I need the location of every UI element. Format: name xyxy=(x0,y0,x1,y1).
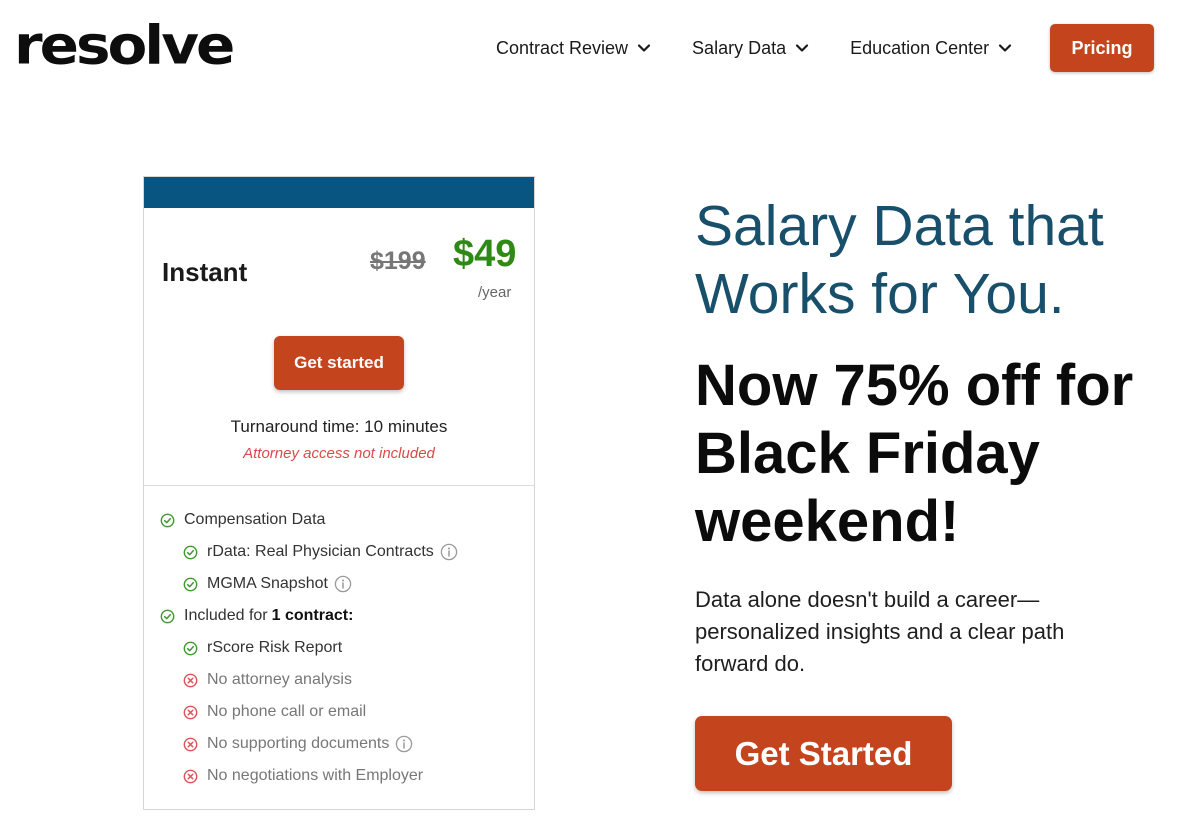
feature-item: rData: Real Physician Contracts xyxy=(183,543,458,561)
hero-description: Data alone doesn't build a career— perso… xyxy=(695,584,1095,680)
feature-item: No supporting documents xyxy=(183,735,413,753)
chevron-down-icon xyxy=(637,44,651,52)
nav-salary-data-label: Salary Data xyxy=(692,37,787,58)
feature-text: No attorney analysis xyxy=(207,671,352,688)
promo-heading: Now 75% off for Black Friday weekend! xyxy=(695,352,1175,556)
feature-text: Included for xyxy=(184,607,268,624)
feature-text: rScore Risk Report xyxy=(207,639,343,656)
resolve-logo[interactable]: resolve xyxy=(14,16,235,73)
card-get-started-button[interactable]: Get started xyxy=(274,336,404,390)
info-icon[interactable] xyxy=(334,575,352,593)
feature-item: No attorney analysis xyxy=(183,671,352,689)
attorney-note: Attorney access not included xyxy=(243,445,435,462)
feature-item: Included for 1 contract: xyxy=(160,607,353,625)
feature-item: Compensation Data xyxy=(160,511,325,529)
feature-text: No phone call or email xyxy=(207,703,367,720)
feature-item: No negotiations with Employer xyxy=(183,767,423,785)
old-price: $199 xyxy=(370,247,426,275)
feature-item: MGMA Snapshot xyxy=(183,575,352,593)
promo-line1: Now 75% off for xyxy=(695,353,1134,418)
hero-headline-line1: Salary Data that xyxy=(695,194,1104,258)
x-circle-icon xyxy=(183,769,198,783)
check-circle-icon xyxy=(160,513,175,527)
desc-line3: forward do. xyxy=(695,651,806,676)
feature-text: rData: Real Physician Contracts xyxy=(207,543,434,560)
x-circle-icon xyxy=(183,673,198,687)
hero-headline-line2: Works for You. xyxy=(695,262,1065,326)
promo-line2: Black Friday xyxy=(695,421,1040,486)
new-price: $49 xyxy=(453,233,517,275)
nav-education-center[interactable]: Education Center xyxy=(850,38,1013,59)
plan-name: Instant xyxy=(162,257,248,287)
x-circle-icon xyxy=(183,737,198,751)
x-circle-icon xyxy=(183,705,198,719)
check-circle-icon xyxy=(183,577,198,591)
feature-text: No supporting documents xyxy=(207,735,390,752)
nav-contract-review[interactable]: Contract Review xyxy=(496,38,652,59)
chevron-down-icon xyxy=(795,44,809,52)
promo-line3: weekend! xyxy=(695,489,960,554)
turnaround-time: Turnaround time: 10 minutes xyxy=(230,417,448,436)
card-top-bar xyxy=(144,177,534,208)
feature-text: No negotiations with Employer xyxy=(207,767,424,784)
info-icon[interactable] xyxy=(395,735,413,753)
hero-get-started-button[interactable]: Get Started xyxy=(695,716,952,791)
chevron-down-icon xyxy=(999,44,1012,52)
desc-line1: Data alone doesn't build a career— xyxy=(695,587,1040,612)
check-circle-icon xyxy=(160,609,175,623)
main-nav: Contract Review Salary Data Education Ce… xyxy=(496,24,1053,72)
pricing-button[interactable]: Pricing xyxy=(1050,24,1154,72)
feature-item: No phone call or email xyxy=(183,703,366,721)
feature-text-bold: 1 contract: xyxy=(271,607,354,624)
price-period: /year xyxy=(478,284,512,301)
pricing-card: Instant $199 $49 /year Get started Turna… xyxy=(143,176,535,810)
nav-education-center-label: Education Center xyxy=(850,37,990,58)
hero-headline: Salary Data that Works for You. xyxy=(695,192,1104,328)
check-circle-icon xyxy=(183,641,198,655)
info-icon[interactable] xyxy=(440,543,458,561)
card-divider xyxy=(144,485,534,486)
nav-contract-review-label: Contract Review xyxy=(496,37,629,58)
feature-item: rScore Risk Report xyxy=(183,639,342,657)
feature-text: MGMA Snapshot xyxy=(207,575,328,592)
desc-line2: personalized insights and a clear path xyxy=(695,619,1065,644)
feature-text: Compensation Data xyxy=(184,511,326,528)
nav-salary-data[interactable]: Salary Data xyxy=(692,38,810,59)
check-circle-icon xyxy=(183,545,198,559)
